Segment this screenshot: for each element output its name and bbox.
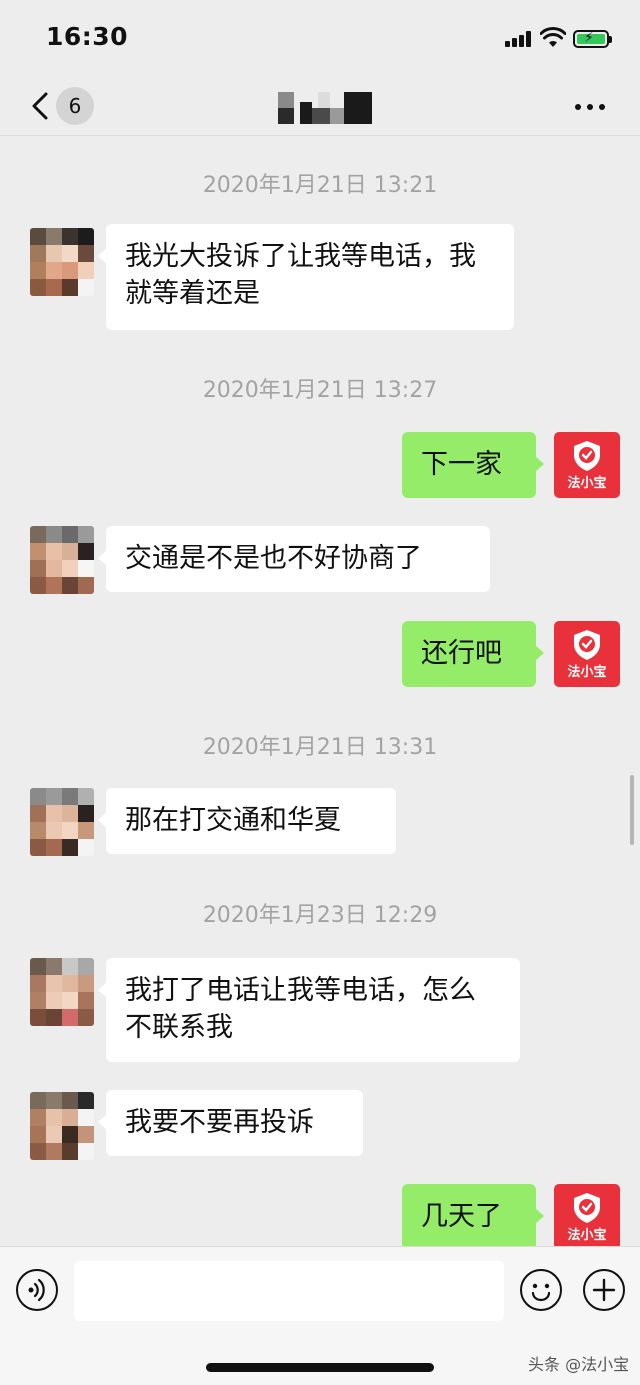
message-timestamp: 2020年1月21日 13:31 <box>202 735 438 760</box>
plus-icon <box>592 1278 616 1302</box>
my-avatar[interactable]: 法小宝 <box>554 621 620 687</box>
contact-avatar[interactable] <box>30 958 94 1026</box>
cellular-signal-icon <box>505 31 533 47</box>
smiley-icon <box>531 1283 551 1302</box>
voice-icon <box>28 1278 45 1302</box>
contact-avatar[interactable] <box>30 526 94 594</box>
chat-header: 6 <box>0 78 640 136</box>
incoming-message: 我光大投诉了让我等电话，我就等着还是 <box>98 224 514 330</box>
outgoing-message: 下一家 <box>402 432 544 498</box>
charging-bolt-icon: ⚡ <box>584 30 594 46</box>
chat-title-pixelated <box>278 90 372 124</box>
contact-avatar[interactable] <box>30 788 94 856</box>
message-timestamp: 2020年1月21日 13:21 <box>202 173 438 198</box>
status-bar: 16:30 ⚡ <box>0 0 640 78</box>
incoming-message: 我要不要再投诉 <box>98 1090 363 1156</box>
back-button[interactable]: 6 <box>28 84 98 130</box>
emoji-button[interactable] <box>520 1269 562 1311</box>
shield-check-icon <box>574 1193 600 1223</box>
voice-input-button[interactable] <box>16 1269 58 1311</box>
wifi-icon <box>540 27 566 47</box>
chevron-left-icon <box>32 92 48 120</box>
message-input[interactable] <box>74 1261 504 1321</box>
incoming-message: 我打了电话让我等电话，怎么不联系我 <box>98 958 520 1062</box>
scroll-indicator[interactable] <box>630 775 634 845</box>
more-options-button[interactable] <box>572 96 608 116</box>
outgoing-message: 还行吧 <box>402 621 544 687</box>
contact-avatar[interactable] <box>30 1092 94 1160</box>
outgoing-message: 几天了 <box>402 1184 544 1250</box>
message-timestamp: 2020年1月23日 12:29 <box>202 903 438 928</box>
my-avatar[interactable]: 法小宝 <box>554 432 620 498</box>
incoming-message: 交通是不是也不好协商了 <box>98 526 490 592</box>
message-timestamp: 2020年1月21日 13:27 <box>202 378 438 403</box>
my-avatar-name: 法小宝 <box>567 665 607 680</box>
my-avatar-name: 法小宝 <box>567 476 607 491</box>
shield-check-icon <box>574 441 600 471</box>
shield-check-icon <box>574 630 600 660</box>
home-indicator[interactable] <box>206 1363 434 1372</box>
my-avatar-name: 法小宝 <box>567 1228 607 1243</box>
input-bar: 头条 @法小宝 <box>0 1246 640 1385</box>
incoming-message: 那在打交通和华夏 <box>98 788 396 854</box>
status-time: 16:30 <box>46 22 129 51</box>
more-functions-button[interactable] <box>583 1269 625 1311</box>
my-avatar[interactable]: 法小宝 <box>554 1184 620 1250</box>
watermark: 头条 @法小宝 <box>528 1355 630 1374</box>
contact-avatar[interactable] <box>30 228 94 296</box>
battery-icon: ⚡ <box>573 30 612 48</box>
unread-count-badge: 6 <box>56 87 94 125</box>
